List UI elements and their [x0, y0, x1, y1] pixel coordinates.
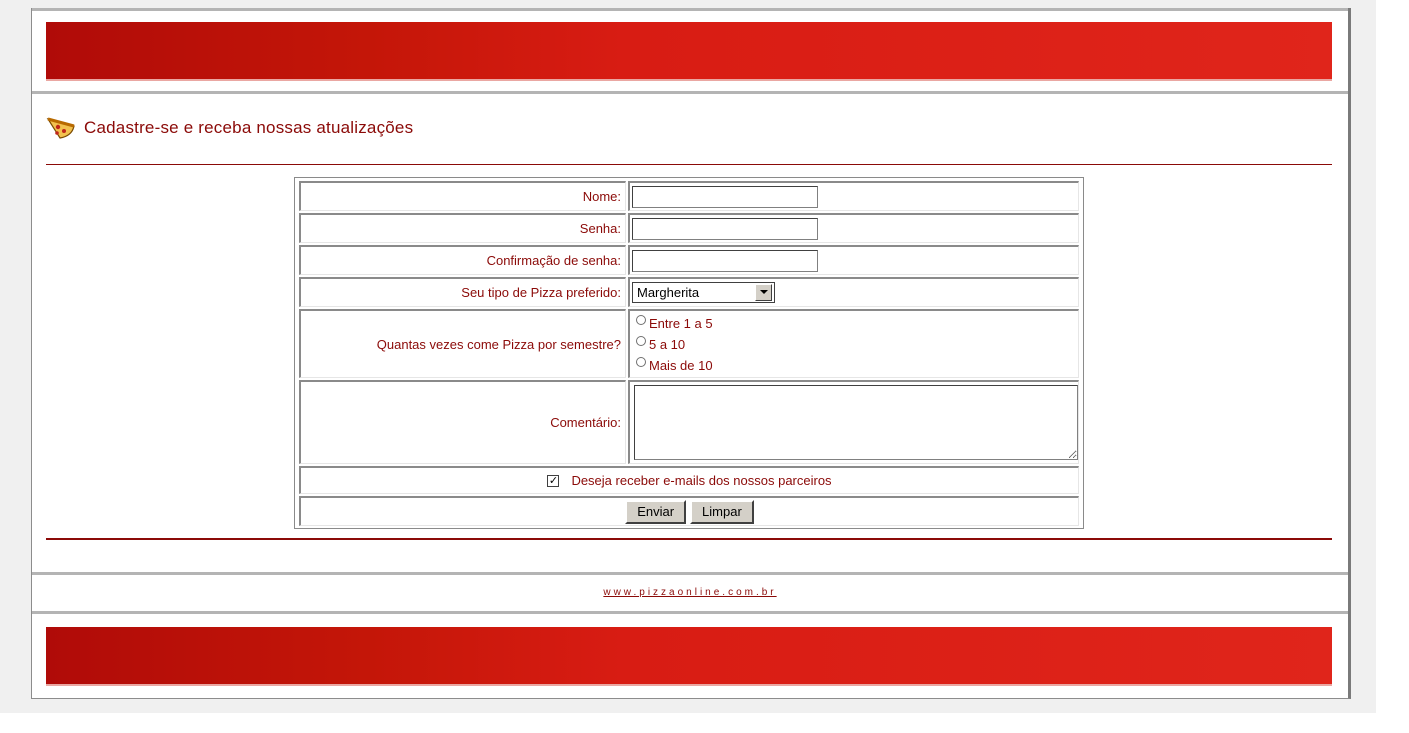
- section-heading: Cadastre-se e receba nossas atualizações: [46, 116, 413, 140]
- radio-button[interactable]: [636, 315, 646, 325]
- registration-form: Nome: Senha: Confirmação de senha: Seu t…: [294, 177, 1084, 529]
- comment-textarea[interactable]: [634, 385, 1078, 460]
- radio-button[interactable]: [636, 357, 646, 367]
- confirm-password-label: Confirmação de senha:: [486, 253, 621, 268]
- comment-label-cell: Comentário:: [299, 380, 626, 464]
- header-divider: [32, 91, 1348, 94]
- chevron-down-icon[interactable]: [755, 284, 772, 301]
- confirm-label-cell: Confirmação de senha:: [299, 245, 626, 275]
- nome-label-cell: Nome:: [299, 181, 626, 211]
- pizza-type-select[interactable]: Margherita: [632, 282, 775, 303]
- newsletter-checkbox[interactable]: ✓: [547, 474, 560, 487]
- confirm-field-cell: [628, 245, 1079, 275]
- comment-label: Comentário:: [550, 415, 621, 430]
- newsletter-cell: ✓ Deseja receber e-mails dos nossos parc…: [299, 466, 1079, 494]
- nome-input[interactable]: [632, 185, 818, 208]
- frequency-options-cell: Entre 1 a 5 5 a 10 Mais de 10: [628, 309, 1079, 378]
- nome-field-cell: [628, 181, 1079, 211]
- reset-button[interactable]: Limpar: [690, 499, 754, 524]
- form-bottom-rule: [46, 538, 1332, 540]
- newsletter-label: Deseja receber e-mails dos nossos parcei…: [571, 473, 832, 488]
- footer-website-link[interactable]: www.pizzaonline.com.br: [32, 587, 1348, 598]
- pizza-field-cell: Margherita: [628, 277, 1079, 307]
- page-title: Cadastre-se e receba nossas atualizações: [84, 118, 414, 137]
- header-banner: [46, 22, 1332, 81]
- frequency-option-label: 5 a 10: [649, 336, 686, 352]
- pizza-slice-icon: [46, 117, 75, 139]
- top-divider: [32, 8, 1348, 11]
- frequency-option-label: Entre 1 a 5: [649, 315, 713, 331]
- confirm-password-input[interactable]: [632, 249, 818, 272]
- pizza-label-cell: Seu tipo de Pizza preferido:: [299, 277, 626, 307]
- frequency-option-2[interactable]: 5 a 10: [636, 335, 685, 354]
- footer-divider: [32, 611, 1348, 614]
- nome-label: Nome:: [582, 189, 621, 204]
- senha-input[interactable]: [632, 217, 818, 240]
- senha-field-cell: [628, 213, 1079, 243]
- heading-rule: [46, 164, 1332, 165]
- frequency-label: Quantas vezes come Pizza por semestre?: [376, 336, 621, 352]
- submit-button[interactable]: Enviar: [625, 499, 687, 524]
- pizza-type-label: Seu tipo de Pizza preferido:: [461, 285, 621, 300]
- radio-button[interactable]: [636, 336, 646, 346]
- senha-label: Senha:: [579, 221, 621, 236]
- frequency-option-label: Mais de 10: [649, 357, 713, 373]
- footer-banner: [46, 627, 1332, 686]
- pizza-type-value: Margherita: [637, 285, 700, 300]
- frequency-option-1[interactable]: Entre 1 a 5: [636, 314, 713, 333]
- buttons-cell: Enviar Limpar: [299, 496, 1079, 526]
- footer-top-divider: [32, 572, 1348, 575]
- page-container: Cadastre-se e receba nossas atualizações…: [31, 8, 1351, 699]
- senha-label-cell: Senha:: [299, 213, 626, 243]
- frequency-label-cell: Quantas vezes come Pizza por semestre?: [299, 309, 626, 378]
- comment-field-cell: [628, 380, 1079, 464]
- frequency-option-3[interactable]: Mais de 10: [636, 356, 713, 375]
